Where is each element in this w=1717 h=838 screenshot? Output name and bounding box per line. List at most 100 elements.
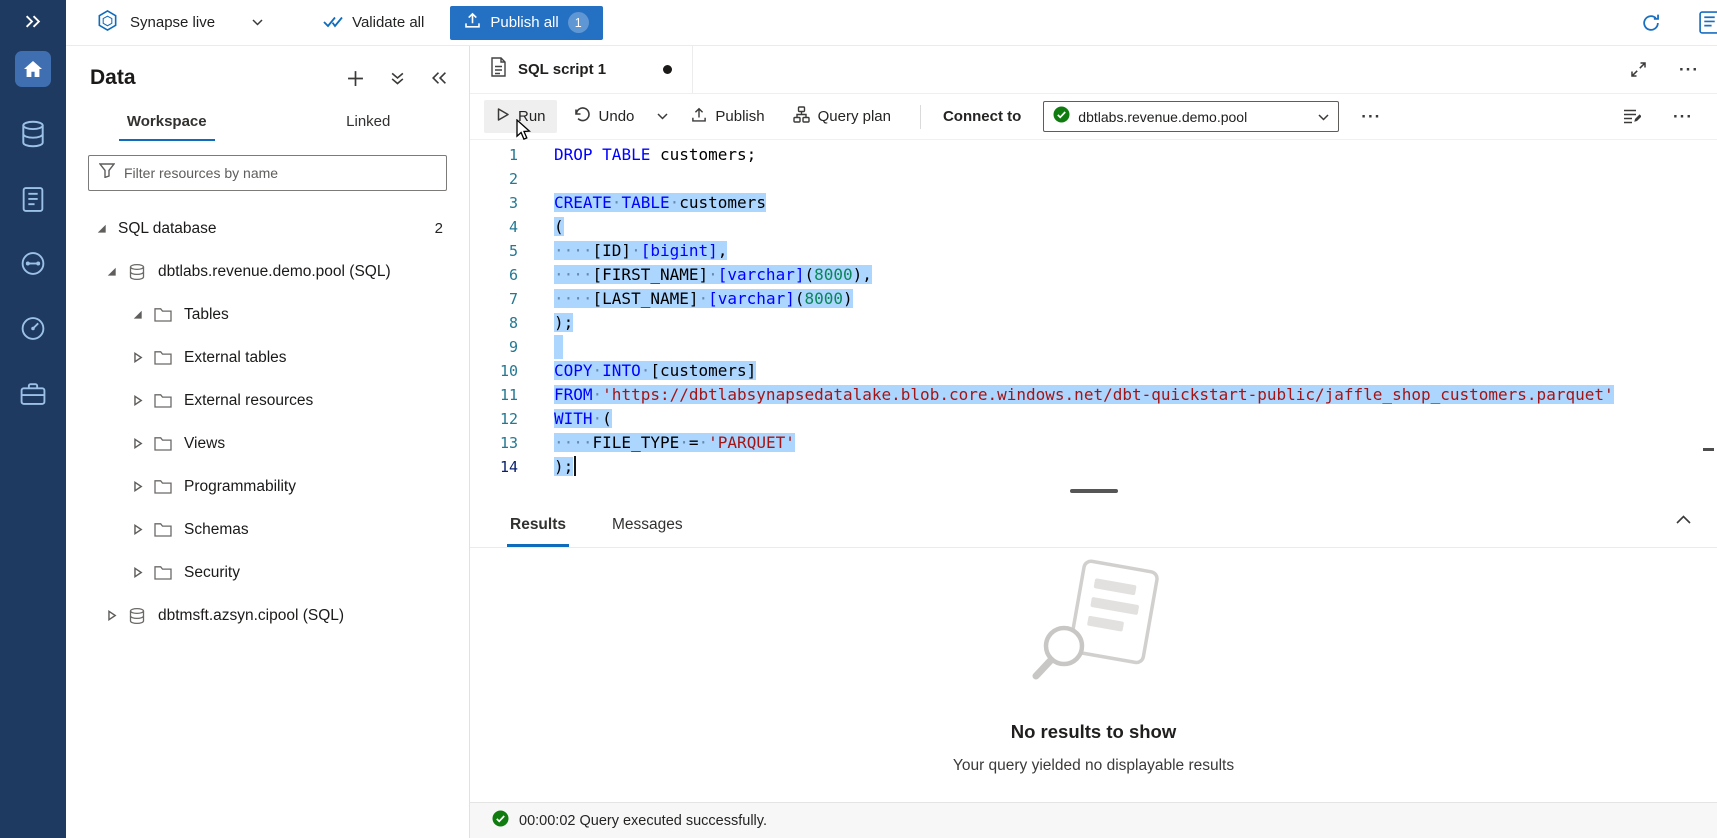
panel-resize-grip[interactable]	[1070, 489, 1118, 493]
code-line-6[interactable]: 6 ····[FIRST_NAME]·[varchar](8000),	[470, 263, 1717, 287]
manage-hub-icon[interactable]	[20, 381, 47, 406]
expand-editor-icon[interactable]	[1628, 59, 1649, 80]
folder-icon	[154, 522, 174, 537]
filter-funnel-icon	[99, 163, 115, 183]
collapse-panel-icon[interactable]	[429, 69, 449, 87]
code-line-5[interactable]: 5····[ID]·[bigint],	[470, 239, 1717, 263]
chevron-collapsed-icon[interactable]	[132, 352, 144, 363]
add-resource-icon[interactable]	[345, 68, 366, 89]
publish-all-button[interactable]: Publish all 1	[450, 6, 602, 40]
workspace-mode-label: Synapse live	[130, 14, 215, 31]
query-plan-button[interactable]: Query plan	[782, 99, 902, 134]
tab-workspace[interactable]: Workspace	[66, 102, 268, 141]
query-status-bar: 00:00:02 Query executed successfully.	[470, 802, 1717, 838]
tree-item-external-tables[interactable]: External tables	[66, 336, 469, 379]
overview-ruler-cursor-mark	[1703, 448, 1714, 451]
refresh-icon[interactable]	[1639, 11, 1663, 35]
selection-highlight: WITH·(	[554, 409, 612, 428]
code-line-13[interactable]: 13····FILE_TYPE·=·'PARQUET'	[470, 431, 1717, 455]
collapse-results-chevron-icon[interactable]	[1674, 513, 1693, 526]
validate-all-button[interactable]: Validate all	[323, 14, 424, 32]
monitor-hub-icon[interactable]	[20, 315, 47, 342]
integrate-hub-icon[interactable]	[20, 250, 47, 277]
folder-icon	[154, 393, 174, 408]
selection-highlight: ····[FIRST_NAME]·[varchar](8000),	[554, 265, 872, 284]
code-line-8[interactable]: 8);	[470, 311, 1717, 335]
code-line-3[interactable]: 3CREATE·TABLE·customers	[470, 191, 1717, 215]
validate-check-icon	[323, 14, 343, 32]
code-line-7[interactable]: 7 ····[LAST_NAME]·[varchar](8000)	[470, 287, 1717, 311]
tree-item-label: dbtlabs.revenue.demo.pool (SQL)	[158, 263, 391, 281]
code-text: WITH·(	[540, 407, 612, 431]
line-number: 9	[470, 335, 540, 359]
selection-highlight: ····[ID]·[bigint],	[554, 241, 727, 260]
expand-rail-icon[interactable]	[25, 14, 42, 29]
selection-highlight: ····[LAST_NAME]·[varchar](8000)	[554, 289, 853, 308]
tree-item-views[interactable]: Views	[66, 422, 469, 465]
undo-button[interactable]: Undo	[563, 100, 646, 134]
item-count-badge: 2	[435, 220, 469, 237]
toolbar-more-icon[interactable]: ···	[1359, 106, 1383, 127]
selection-highlight: );	[554, 313, 573, 332]
line-number: 7	[470, 287, 540, 311]
chevron-collapsed-icon[interactable]	[132, 395, 144, 406]
empty-results-subtitle: Your query yielded no displayable result…	[953, 757, 1234, 775]
run-button[interactable]: Run	[484, 100, 557, 133]
code-line-2[interactable]: 2	[470, 167, 1717, 191]
code-line-10[interactable]: 10COPY·INTO·[customers]	[470, 359, 1717, 383]
develop-hub-icon[interactable]	[22, 186, 45, 213]
tree-item-sql-database[interactable]: SQL database 2	[66, 207, 469, 250]
tree-item-security[interactable]: Security	[66, 551, 469, 594]
chevron-collapsed-icon[interactable]	[132, 438, 144, 449]
editor-more-icon[interactable]: ···	[1671, 106, 1695, 127]
notebook-panel-icon[interactable]	[1697, 9, 1717, 36]
code-line-12[interactable]: 12WITH·(	[470, 407, 1717, 431]
editor-area: SQL script 1 ··· R	[470, 46, 1717, 838]
editor-tabstrip: SQL script 1 ···	[470, 46, 1717, 94]
chevron-collapsed-icon[interactable]	[132, 567, 144, 578]
connect-to-pool-dropdown[interactable]: dbtlabs.revenue.demo.pool	[1043, 101, 1339, 132]
chevron-collapsed-icon[interactable]	[132, 524, 144, 535]
filter-resources-input[interactable]	[124, 165, 436, 181]
tab-more-icon[interactable]: ···	[1677, 59, 1701, 80]
tree-item-external-resources[interactable]: External resources	[66, 379, 469, 422]
tab-messages[interactable]: Messages	[612, 516, 683, 547]
tree-item-tables[interactable]: Tables	[66, 293, 469, 336]
tree-item-programmability[interactable]: Programmability	[66, 465, 469, 508]
sql-script-icon	[490, 57, 507, 82]
query-status-text: 00:00:02 Query executed successfully.	[519, 813, 767, 829]
data-hub-icon[interactable]	[20, 120, 46, 148]
undo-dropdown-chevron-icon[interactable]	[651, 106, 674, 127]
synapse-logo-icon	[96, 9, 119, 36]
undo-icon	[574, 107, 591, 127]
chevron-collapsed-icon[interactable]	[106, 610, 118, 621]
line-number: 6	[470, 263, 540, 287]
chevron-expanded-icon[interactable]	[132, 309, 144, 320]
tree-item-schemas[interactable]: Schemas	[66, 508, 469, 551]
code-line-11[interactable]: 11FROM·'https://dbtlabsynapsedatalake.bl…	[470, 383, 1717, 407]
tree-item-label: Security	[184, 564, 240, 582]
workspace-mode-button[interactable]: Synapse live	[96, 9, 263, 36]
code-line-14[interactable]: 14);	[470, 455, 1717, 479]
chevron-collapsed-icon[interactable]	[132, 481, 144, 492]
tab-results[interactable]: Results	[510, 516, 566, 547]
home-icon[interactable]	[15, 51, 51, 87]
code-line-1[interactable]: 1DROP TABLE customers;	[470, 143, 1717, 167]
code-text: ····FILE_TYPE·=·'PARQUET'	[540, 431, 795, 455]
sql-code-editor[interactable]: 1DROP TABLE customers;23CREATE·TABLE·cus…	[470, 140, 1717, 498]
tree-item-label: SQL database	[118, 220, 217, 238]
format-query-icon[interactable]	[1621, 106, 1643, 127]
code-line-4[interactable]: 4(	[470, 215, 1717, 239]
collapse-all-icon[interactable]	[388, 69, 407, 88]
line-number: 8	[470, 311, 540, 335]
code-text: (	[540, 215, 564, 239]
tree-item-dbtlabs-revenue-demo-pool-sql[interactable]: dbtlabs.revenue.demo.pool (SQL)	[66, 250, 469, 293]
chevron-expanded-icon[interactable]	[106, 266, 118, 277]
chevron-expanded-icon[interactable]	[96, 223, 108, 234]
upload-icon	[464, 12, 481, 33]
tab-linked[interactable]: Linked	[268, 102, 470, 141]
publish-button[interactable]: Publish	[680, 100, 775, 134]
tab-sql-script-1[interactable]: SQL script 1	[470, 46, 693, 93]
tree-item-dbtmsft-azsyn-cipool-sql[interactable]: dbtmsft.azsyn.cipool (SQL)	[66, 594, 469, 637]
code-line-9[interactable]: 9	[470, 335, 1717, 359]
